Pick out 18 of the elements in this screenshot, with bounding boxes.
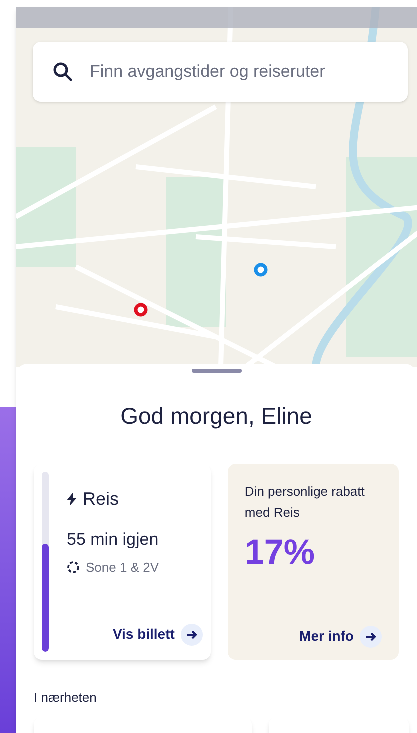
ticket-title: Reis [83,488,120,510]
location-pin-icon [254,263,268,277]
discount-value: 17% [244,534,316,570]
lightning-icon [67,492,77,506]
zone-label: Sone 1 & 2V [86,559,159,577]
arrow-right-icon [180,624,203,646]
discount-text: Din personlige rabatt med Reis [244,482,365,522]
location-pin-icon [134,303,148,317]
show-ticket-button[interactable]: Vis billett [112,624,203,646]
search-field[interactable]: Finn avgangstider og reiseruter [33,42,408,102]
greeting: God morgen, Eline [120,402,312,431]
zone-icon [67,561,80,574]
search-icon [53,62,73,82]
drag-handle[interactable] [192,369,242,373]
more-info-button[interactable]: Mer info [300,626,382,648]
arrow-right-icon [360,626,382,648]
time-remaining: 55 min igjen [67,528,160,550]
section-heading: I nærheten [34,688,98,706]
